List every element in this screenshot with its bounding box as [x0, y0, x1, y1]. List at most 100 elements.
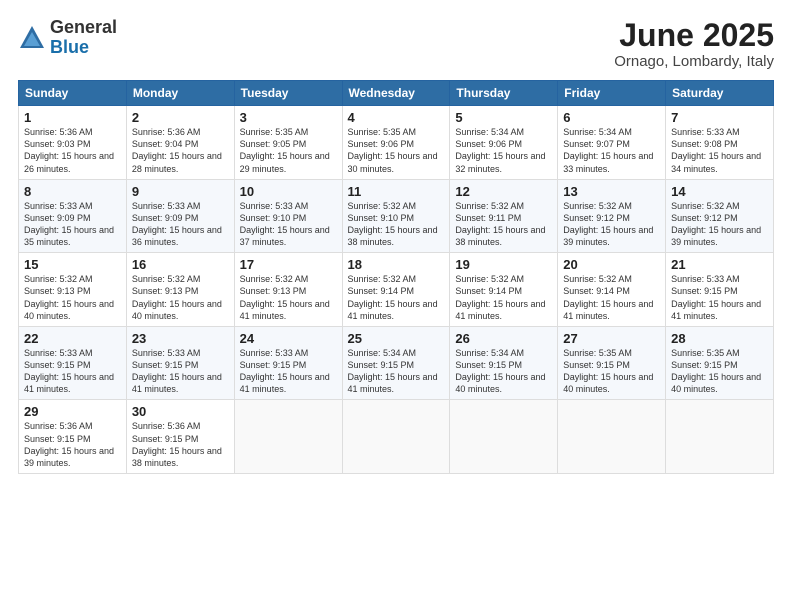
table-row: 2Sunrise: 5:36 AMSunset: 9:04 PMDaylight…: [126, 106, 234, 180]
col-thursday: Thursday: [450, 81, 558, 106]
col-wednesday: Wednesday: [342, 81, 450, 106]
day-info: Sunrise: 5:35 AMSunset: 9:05 PMDaylight:…: [240, 126, 337, 175]
table-row: [450, 400, 558, 474]
table-row: 16Sunrise: 5:32 AMSunset: 9:13 PMDayligh…: [126, 253, 234, 327]
day-info: Sunrise: 5:32 AMSunset: 9:13 PMDaylight:…: [24, 273, 121, 322]
day-number: 30: [132, 404, 229, 419]
day-info: Sunrise: 5:32 AMSunset: 9:14 PMDaylight:…: [455, 273, 552, 322]
day-number: 13: [563, 184, 660, 199]
day-number: 18: [348, 257, 445, 272]
day-info: Sunrise: 5:32 AMSunset: 9:13 PMDaylight:…: [240, 273, 337, 322]
day-info: Sunrise: 5:36 AMSunset: 9:15 PMDaylight:…: [132, 420, 229, 469]
table-row: 6Sunrise: 5:34 AMSunset: 9:07 PMDaylight…: [558, 106, 666, 180]
day-info: Sunrise: 5:33 AMSunset: 9:10 PMDaylight:…: [240, 200, 337, 249]
day-info: Sunrise: 5:32 AMSunset: 9:14 PMDaylight:…: [348, 273, 445, 322]
table-row: 13Sunrise: 5:32 AMSunset: 9:12 PMDayligh…: [558, 179, 666, 253]
day-number: 1: [24, 110, 121, 125]
day-info: Sunrise: 5:32 AMSunset: 9:14 PMDaylight:…: [563, 273, 660, 322]
table-row: 29Sunrise: 5:36 AMSunset: 9:15 PMDayligh…: [19, 400, 127, 474]
day-number: 25: [348, 331, 445, 346]
table-row: 12Sunrise: 5:32 AMSunset: 9:11 PMDayligh…: [450, 179, 558, 253]
table-row: 25Sunrise: 5:34 AMSunset: 9:15 PMDayligh…: [342, 326, 450, 400]
day-info: Sunrise: 5:32 AMSunset: 9:11 PMDaylight:…: [455, 200, 552, 249]
day-number: 2: [132, 110, 229, 125]
day-info: Sunrise: 5:32 AMSunset: 9:10 PMDaylight:…: [348, 200, 445, 249]
logo-text: General Blue: [50, 18, 117, 58]
calendar-table: Sunday Monday Tuesday Wednesday Thursday…: [18, 80, 774, 474]
col-monday: Monday: [126, 81, 234, 106]
table-row: 28Sunrise: 5:35 AMSunset: 9:15 PMDayligh…: [666, 326, 774, 400]
day-number: 19: [455, 257, 552, 272]
calendar-week-2: 8 Sunrise: 5:33 AMSunset: 9:09 PMDaylight…: [19, 179, 774, 253]
table-row: 23Sunrise: 5:33 AMSunset: 9:15 PMDayligh…: [126, 326, 234, 400]
day-info: Sunrise: 5:33 AMSunset: 9:08 PMDaylight:…: [671, 126, 768, 175]
col-friday: Friday: [558, 81, 666, 106]
table-row: 14Sunrise: 5:32 AMSunset: 9:12 PMDayligh…: [666, 179, 774, 253]
table-row: 3Sunrise: 5:35 AMSunset: 9:05 PMDaylight…: [234, 106, 342, 180]
table-row: 26Sunrise: 5:34 AMSunset: 9:15 PMDayligh…: [450, 326, 558, 400]
day-number: 17: [240, 257, 337, 272]
logo-icon: [18, 24, 46, 52]
day-info: Sunrise: 5:33 AMSunset: 9:15 PMDaylight:…: [671, 273, 768, 322]
day-number: 12: [455, 184, 552, 199]
table-row: 15Sunrise: 5:32 AMSunset: 9:13 PMDayligh…: [19, 253, 127, 327]
table-row: [342, 400, 450, 474]
table-row: 5Sunrise: 5:34 AMSunset: 9:06 PMDaylight…: [450, 106, 558, 180]
table-row: 30Sunrise: 5:36 AMSunset: 9:15 PMDayligh…: [126, 400, 234, 474]
day-info: Sunrise: 5:34 AMSunset: 9:15 PMDaylight:…: [455, 347, 552, 396]
title-block: June 2025 Ornago, Lombardy, Italy: [614, 18, 774, 70]
day-info: Sunrise: 5:35 AMSunset: 9:15 PMDaylight:…: [671, 347, 768, 396]
table-row: 4Sunrise: 5:35 AMSunset: 9:06 PMDaylight…: [342, 106, 450, 180]
table-row: 24Sunrise: 5:33 AMSunset: 9:15 PMDayligh…: [234, 326, 342, 400]
logo-blue-label: Blue: [50, 38, 117, 58]
day-number: 26: [455, 331, 552, 346]
day-number: 21: [671, 257, 768, 272]
col-tuesday: Tuesday: [234, 81, 342, 106]
page: General Blue June 2025 Ornago, Lombardy,…: [0, 0, 792, 612]
day-info: Sunrise: 5:32 AMSunset: 9:13 PMDaylight:…: [132, 273, 229, 322]
table-row: 17Sunrise: 5:32 AMSunset: 9:13 PMDayligh…: [234, 253, 342, 327]
table-row: 10Sunrise: 5:33 AMSunset: 9:10 PMDayligh…: [234, 179, 342, 253]
table-row: [234, 400, 342, 474]
table-row: 22Sunrise: 5:33 AMSunset: 9:15 PMDayligh…: [19, 326, 127, 400]
calendar-week-3: 15Sunrise: 5:32 AMSunset: 9:13 PMDayligh…: [19, 253, 774, 327]
day-number: 22: [24, 331, 121, 346]
table-row: 9Sunrise: 5:33 AMSunset: 9:09 PMDaylight…: [126, 179, 234, 253]
table-row: 20Sunrise: 5:32 AMSunset: 9:14 PMDayligh…: [558, 253, 666, 327]
day-number: 20: [563, 257, 660, 272]
day-number: 28: [671, 331, 768, 346]
day-info: Sunrise: 5:34 AMSunset: 9:15 PMDaylight:…: [348, 347, 445, 396]
day-info: Sunrise: 5:33 AMSunset: 9:09 PMDaylight:…: [132, 200, 229, 249]
day-info: Sunrise: 5:36 AMSunset: 9:03 PMDaylight:…: [24, 126, 121, 175]
table-row: 19Sunrise: 5:32 AMSunset: 9:14 PMDayligh…: [450, 253, 558, 327]
header-row: Sunday Monday Tuesday Wednesday Thursday…: [19, 81, 774, 106]
table-row: 11Sunrise: 5:32 AMSunset: 9:10 PMDayligh…: [342, 179, 450, 253]
calendar-week-5: 29 Sunrise: 5:36 AMSunset: 9:15 PMDayligh…: [19, 400, 774, 474]
day-info: Sunrise: 5:35 AMSunset: 9:06 PMDaylight:…: [348, 126, 445, 175]
col-sunday: Sunday: [19, 81, 127, 106]
day-number: 16: [132, 257, 229, 272]
day-number: 5: [455, 110, 552, 125]
day-info: Sunrise: 5:34 AMSunset: 9:07 PMDaylight:…: [563, 126, 660, 175]
day-number: 14: [671, 184, 768, 199]
day-info: Sunrise: 5:33 AMSunset: 9:15 PMDaylight:…: [240, 347, 337, 396]
table-row: 21Sunrise: 5:33 AMSunset: 9:15 PMDayligh…: [666, 253, 774, 327]
day-number: 24: [240, 331, 337, 346]
header: General Blue June 2025 Ornago, Lombardy,…: [18, 18, 774, 70]
day-number: 6: [563, 110, 660, 125]
table-row: 1Sunrise: 5:36 AMSunset: 9:03 PMDaylight…: [19, 106, 127, 180]
day-info: Sunrise: 5:36 AMSunset: 9:04 PMDaylight:…: [132, 126, 229, 175]
day-number: 15: [24, 257, 121, 272]
day-number: 23: [132, 331, 229, 346]
table-row: [558, 400, 666, 474]
day-number: 8: [24, 184, 121, 199]
table-row: 8Sunrise: 5:33 AMSunset: 9:09 PMDaylight…: [19, 179, 127, 253]
table-row: 18Sunrise: 5:32 AMSunset: 9:14 PMDayligh…: [342, 253, 450, 327]
table-row: 27Sunrise: 5:35 AMSunset: 9:15 PMDayligh…: [558, 326, 666, 400]
day-info: Sunrise: 5:34 AMSunset: 9:06 PMDaylight:…: [455, 126, 552, 175]
day-number: 4: [348, 110, 445, 125]
day-number: 7: [671, 110, 768, 125]
calendar-title: June 2025: [614, 18, 774, 53]
day-number: 29: [24, 404, 121, 419]
day-info: Sunrise: 5:35 AMSunset: 9:15 PMDaylight:…: [563, 347, 660, 396]
